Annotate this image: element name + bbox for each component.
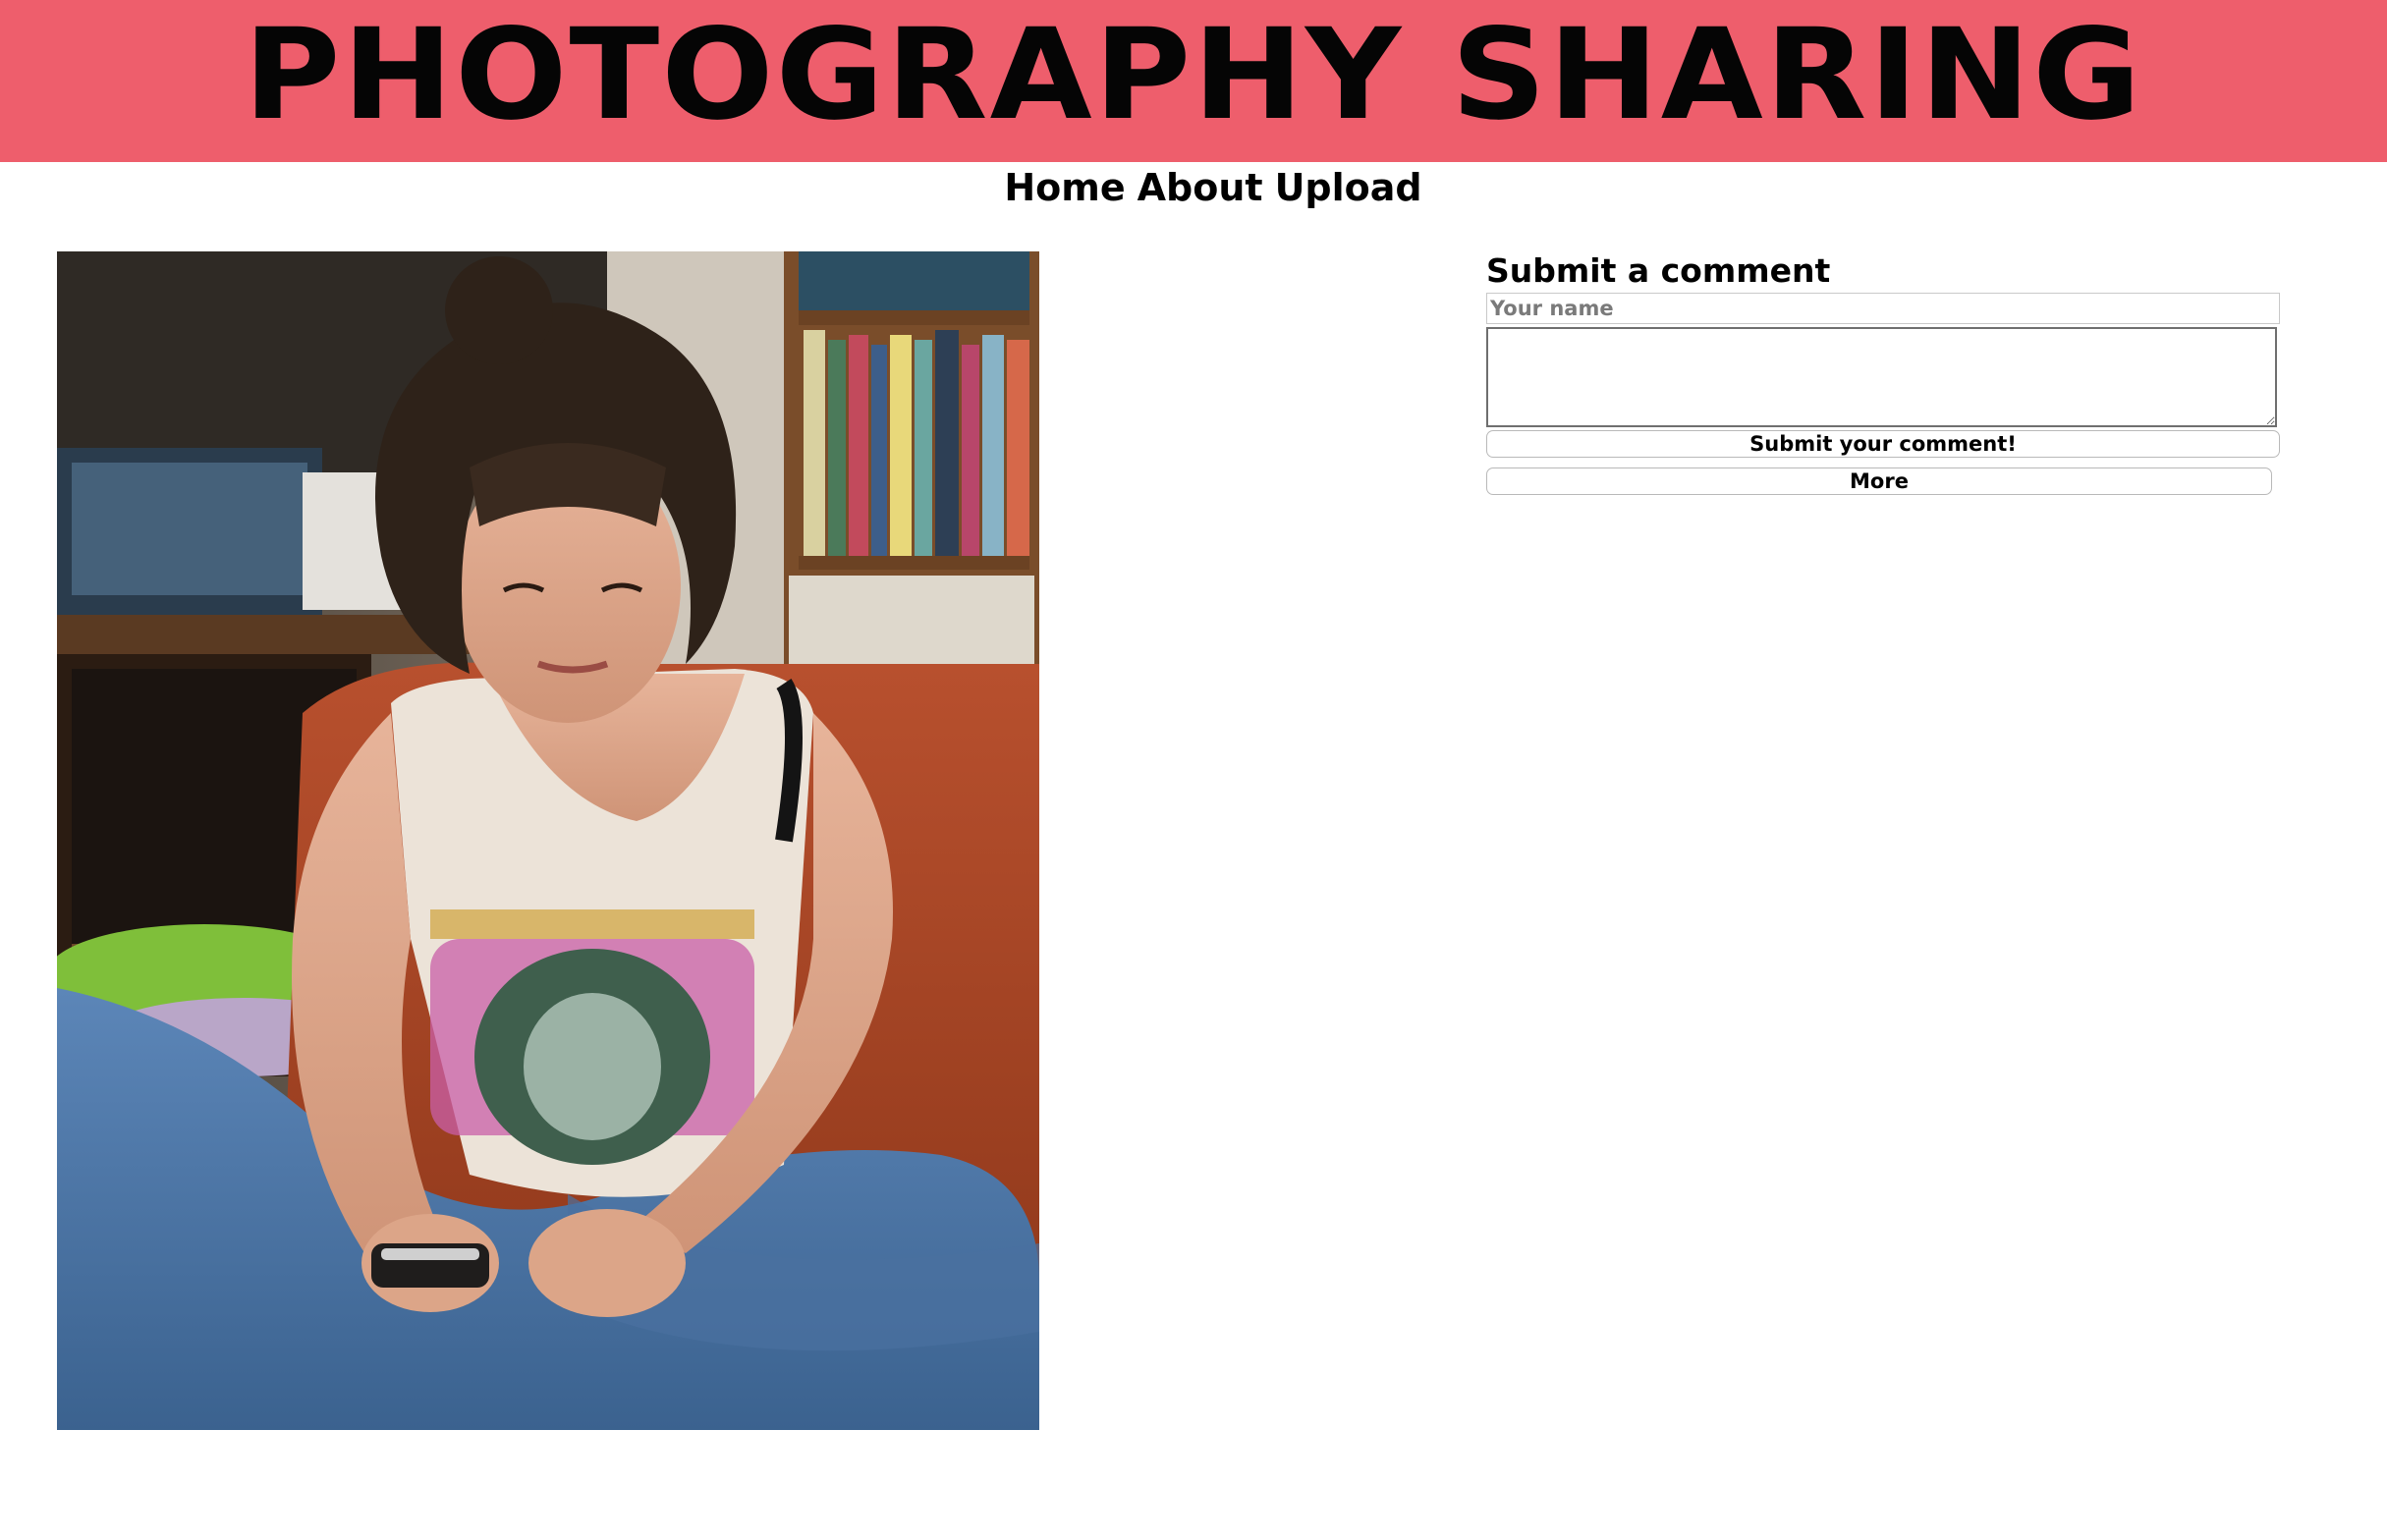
site-title: PHOTOGRAPHY SHARING [244, 1, 2143, 148]
comment-heading: Submit a comment [1486, 251, 1831, 290]
main-nav: Home About Upload [0, 162, 2387, 213]
shared-photo[interactable] [57, 251, 1039, 1430]
nav-home-link[interactable]: Home [1004, 166, 1125, 209]
nav-about-link[interactable]: About [1138, 166, 1263, 209]
nav-upload-link[interactable]: Upload [1275, 166, 1422, 209]
name-input[interactable] [1486, 293, 2280, 324]
comment-panel: Submit a comment Submit your comment! Mo… [1486, 251, 2282, 495]
photo-image [57, 251, 1039, 1430]
site-header: PHOTOGRAPHY SHARING [0, 0, 2387, 162]
submit-comment-button[interactable]: Submit your comment! [1486, 430, 2280, 458]
comment-textarea[interactable] [1486, 327, 2277, 427]
more-button[interactable]: More [1486, 468, 2272, 495]
